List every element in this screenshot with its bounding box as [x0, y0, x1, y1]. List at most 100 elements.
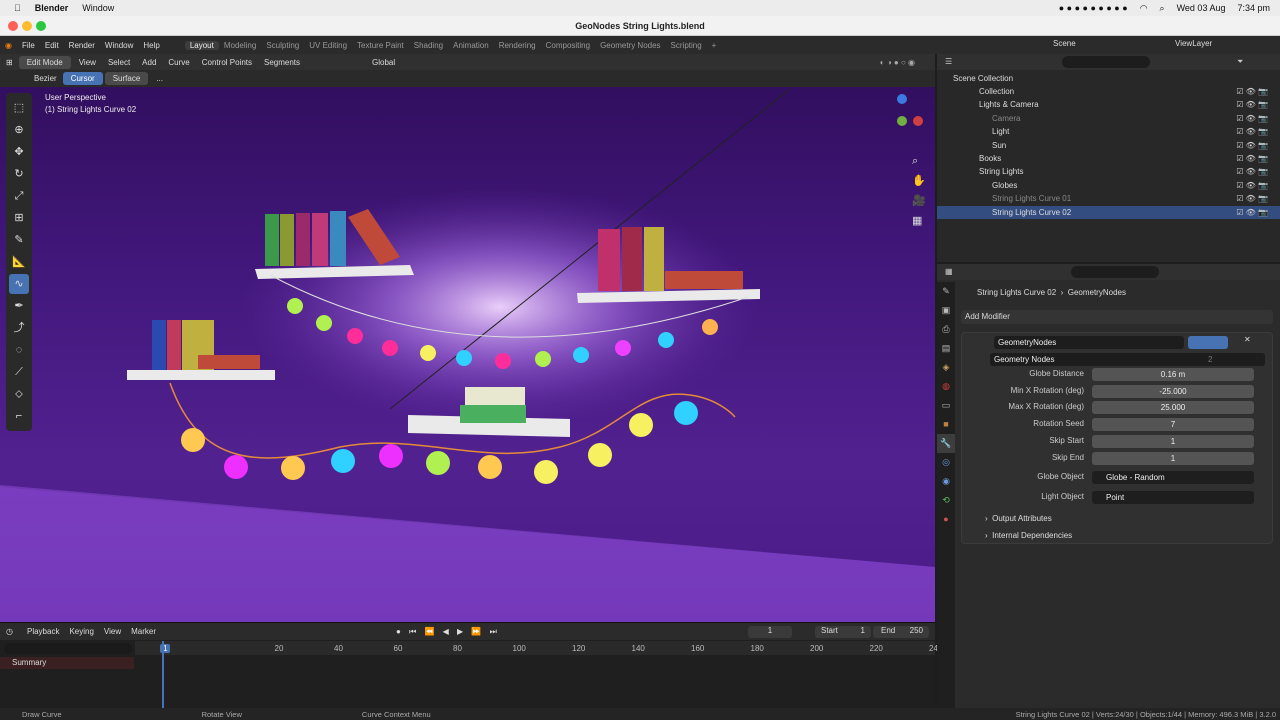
scale-tool-icon[interactable]: ⤢	[9, 186, 29, 206]
curve-type-selector[interactable]: Bezier	[0, 74, 63, 83]
modifier-name-field[interactable]: GeometryNodes	[994, 336, 1184, 349]
add-menu[interactable]: Add	[136, 58, 162, 67]
object-tab-icon[interactable]: ■	[937, 415, 955, 434]
shading-buttons-icon[interactable]: ◐ ◑ ● ○ ◉	[880, 58, 935, 67]
mode-selector[interactable]: Edit Mode	[18, 55, 71, 69]
draw-curve-tool-icon[interactable]: ∿	[9, 274, 29, 294]
visibility-toggles-icon[interactable]: ☑ 👁 📷	[1236, 152, 1268, 165]
tab-compositing[interactable]: Compositing	[541, 41, 595, 50]
outliner-editor-icon[interactable]: ☰	[945, 57, 952, 66]
close-window-button[interactable]	[8, 21, 18, 31]
param-1-field[interactable]: -25.000	[1092, 384, 1254, 398]
param-3-field[interactable]: 7	[1092, 418, 1254, 432]
visibility-toggles-icon[interactable]: ☑ 👁 📷	[1236, 139, 1268, 152]
outliner-row[interactable]: String Lights Curve 01 ☑ 👁 📷	[937, 192, 1280, 205]
measure-tool-icon[interactable]: 📐	[9, 252, 29, 272]
cursor-tool-icon[interactable]: ⊕	[9, 120, 29, 140]
orientation-selector[interactable]: Global	[366, 58, 401, 67]
control-points-menu[interactable]: Control Points	[196, 58, 258, 67]
select-box-tool-icon[interactable]: ⬚	[9, 98, 29, 118]
visibility-toggles-icon[interactable]: ☑ 👁 📷	[1236, 165, 1268, 178]
wifi-icon[interactable]: ◠	[1140, 3, 1148, 14]
search-icon[interactable]: ⌕	[1160, 3, 1165, 14]
view-layer-tab-icon[interactable]: ▤	[937, 339, 955, 358]
param-0-field[interactable]: 0.16 m	[1092, 368, 1254, 381]
rotate-tool-icon[interactable]: ↻	[9, 164, 29, 184]
tab-modeling[interactable]: Modeling	[219, 41, 261, 50]
collection-tab-icon[interactable]: ▭	[937, 396, 955, 415]
param-5-field[interactable]: 1	[1092, 451, 1254, 465]
3d-viewport[interactable]: User Perspective (1) String Lights Curve…	[0, 87, 935, 622]
zoom-window-button[interactable]	[36, 21, 46, 31]
param-4-field[interactable]: 1	[1092, 434, 1254, 448]
tab-texture-paint[interactable]: Texture Paint	[352, 41, 409, 50]
blender-logo-icon[interactable]: ◉	[0, 41, 17, 50]
particles-tab-icon[interactable]: ◎	[937, 453, 955, 472]
outliner-search-input[interactable]	[1062, 56, 1150, 68]
view-menu[interactable]: View	[73, 58, 102, 67]
frame-ruler[interactable]: 1 20 40 60 80 100 120 140 160 180 200 220 240	[135, 641, 942, 655]
visibility-toggles-icon[interactable]: ☑ 👁 📷	[1236, 98, 1268, 111]
playhead[interactable]	[162, 641, 164, 709]
properties-search-input[interactable]	[1071, 266, 1159, 278]
add-workspace-icon[interactable]: +	[707, 41, 722, 50]
outliner-row[interactable]: Lights & Camera ☑ 👁 📷	[937, 98, 1280, 111]
start-frame-field[interactable]: Start 1	[815, 626, 871, 638]
timeline-editor-icon[interactable]: ◷	[6, 627, 13, 636]
tab-layout[interactable]: Layout	[184, 40, 219, 50]
globe-object-field[interactable]: Globe - Random	[1092, 471, 1254, 484]
move-tool-icon[interactable]: ✥	[9, 142, 29, 162]
tab-scripting[interactable]: Scripting	[666, 41, 707, 50]
keying-menu[interactable]: Keying	[69, 627, 93, 636]
outliner-row[interactable]: Light ☑ 👁 📷	[937, 125, 1280, 138]
grid-view-icon[interactable]: ▦	[912, 211, 926, 231]
segments-menu[interactable]: Segments	[258, 58, 306, 67]
tab-animation[interactable]: Animation	[448, 41, 494, 50]
visibility-toggles-icon[interactable]: ☑ 👁 📷	[1236, 125, 1268, 138]
physics-tab-icon[interactable]: ◉	[937, 472, 955, 491]
outliner-row[interactable]: String Lights ☑ 👁 📷	[937, 165, 1280, 178]
tab-sculpting[interactable]: Sculpting	[261, 41, 304, 50]
zoom-icon[interactable]: ⌕	[912, 151, 926, 171]
tab-geometry-nodes[interactable]: Geometry Nodes	[595, 41, 665, 50]
scene-selector[interactable]: Scene	[1048, 39, 1081, 48]
outliner-row[interactable]: Globes ☑ 👁 📷	[937, 179, 1280, 192]
output-attributes-panel[interactable]: › Output Attributes	[985, 514, 1052, 523]
depth-surface-button[interactable]: Surface	[104, 72, 149, 85]
add-modifier-button[interactable]: Add Modifier	[961, 310, 1273, 324]
pan-hand-icon[interactable]: ✋	[912, 171, 926, 191]
curve-menu[interactable]: Curve	[162, 58, 195, 67]
tab-rendering[interactable]: Rendering	[494, 41, 541, 50]
editor-type-icon[interactable]: ⊞	[0, 58, 19, 67]
outliner-row[interactable]: Books ☑ 👁 📷	[937, 152, 1280, 165]
viewlayer-selector[interactable]: ViewLayer	[1170, 39, 1217, 48]
app-menu[interactable]: Blender	[35, 3, 69, 13]
menu-render[interactable]: Render	[64, 41, 100, 50]
tab-shading[interactable]: Shading	[409, 41, 448, 50]
visibility-toggles-icon[interactable]: ☑ 👁 📷	[1236, 179, 1268, 192]
remove-modifier-icon[interactable]: ✕	[1244, 335, 1251, 344]
tab-uv-editing[interactable]: UV Editing	[304, 41, 352, 50]
depth-cursor-button[interactable]: Cursor	[62, 72, 103, 85]
curve-path-tool-icon[interactable]: ⌐	[9, 406, 29, 426]
node-group-field[interactable]: Geometry Nodes 2	[990, 353, 1265, 366]
pen-tool-icon[interactable]: ✒	[9, 296, 29, 316]
radius-tool-icon[interactable]: ◌	[9, 340, 29, 360]
end-frame-field[interactable]: End 250	[873, 626, 929, 638]
timeline-search-input[interactable]	[4, 643, 132, 654]
transform-tool-icon[interactable]: ⊞	[9, 208, 29, 228]
camera-view-icon[interactable]: 🎥	[912, 191, 926, 211]
internal-dependencies-panel[interactable]: › Internal Dependencies	[985, 531, 1072, 540]
properties-editor-icon[interactable]: ▦	[945, 267, 953, 276]
visibility-toggles-icon[interactable]: ☑ 👁 📷	[1236, 112, 1268, 125]
marker-menu[interactable]: Marker	[131, 627, 156, 636]
summary-channel[interactable]: Summary	[0, 657, 134, 669]
visibility-toggles-icon[interactable]: ☑ 👁 📷	[1236, 85, 1268, 98]
extrude-tool-icon[interactable]: ⤴	[9, 318, 29, 338]
window-menu[interactable]: Window	[82, 3, 114, 13]
current-frame-field[interactable]: 1	[748, 626, 792, 638]
menu-file[interactable]: File	[17, 41, 40, 50]
tool-tab-icon[interactable]: ✎	[937, 282, 955, 301]
menu-edit[interactable]: Edit	[40, 41, 64, 50]
visibility-toggles-icon[interactable]: ☑ 👁 📷	[1236, 206, 1268, 219]
